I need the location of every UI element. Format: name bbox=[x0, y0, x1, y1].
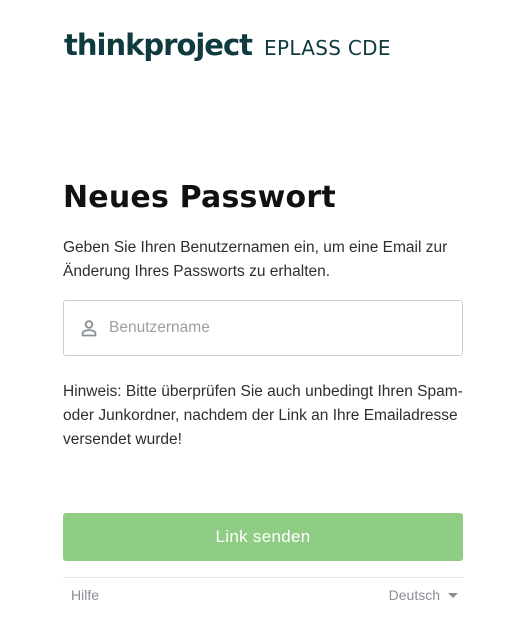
footer-divider bbox=[63, 577, 463, 578]
username-field[interactable] bbox=[63, 300, 463, 356]
user-icon bbox=[81, 320, 97, 337]
help-link[interactable]: Hilfe bbox=[71, 587, 99, 603]
send-link-button[interactable]: Link senden bbox=[63, 513, 463, 561]
brand-name: thinkproject bbox=[64, 28, 253, 62]
product-name: EPLASS CDE bbox=[264, 36, 391, 60]
page-title: Neues Passwort bbox=[63, 180, 336, 215]
brand-logo: thinkproject EPLASS CDE bbox=[64, 28, 391, 62]
caret-down-icon bbox=[448, 593, 458, 598]
spam-hint-text: Hinweis: Bitte überprüfen Sie auch unbed… bbox=[63, 383, 463, 448]
language-label: Deutsch bbox=[388, 587, 440, 603]
language-selector[interactable]: Deutsch bbox=[389, 587, 458, 603]
username-input[interactable] bbox=[109, 301, 449, 355]
instructions-text: Geben Sie Ihren Benutzernamen ein, um ei… bbox=[63, 239, 448, 280]
